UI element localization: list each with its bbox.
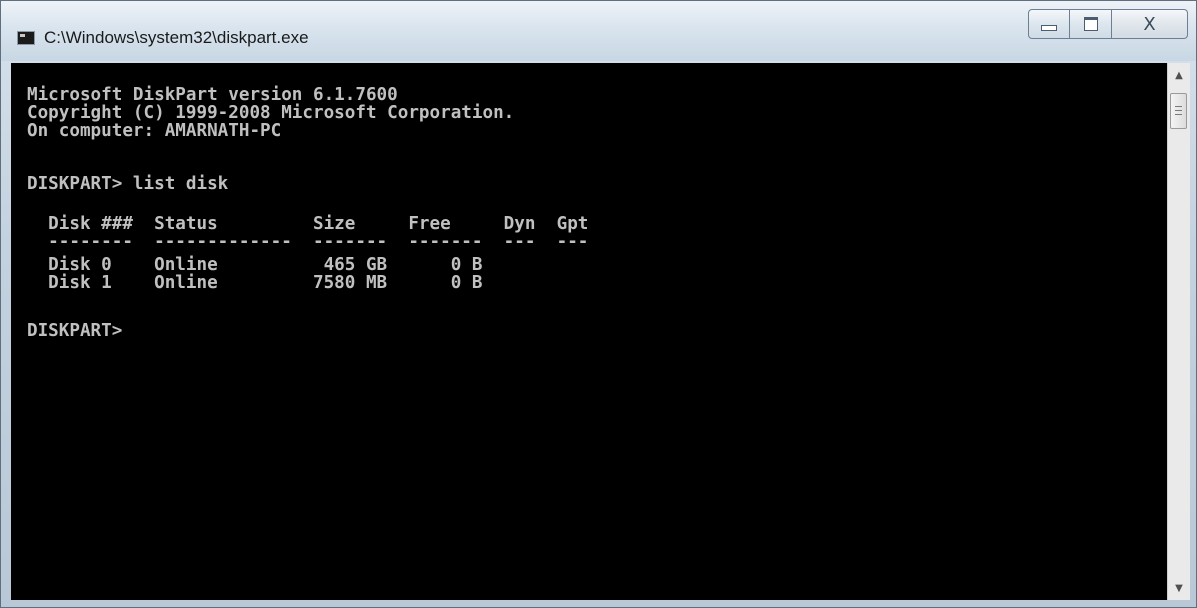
scroll-up-arrow-icon[interactable]: ▲ — [1168, 65, 1190, 85]
console-line: Microsoft DiskPart version 6.1.7600 — [27, 85, 398, 105]
grip-line — [1175, 106, 1182, 107]
scroll-down-arrow-icon[interactable]: ▼ — [1168, 578, 1190, 598]
console-line: On computer: AMARNATH-PC — [27, 121, 282, 141]
console-output[interactable]: Microsoft DiskPart version 6.1.7600 Copy… — [11, 63, 1167, 600]
console-line: Copyright (C) 1999-2008 Microsoft Corpor… — [27, 103, 515, 123]
close-icon: X — [1143, 13, 1156, 35]
grip-line — [1175, 114, 1182, 115]
title-bar[interactable]: C:\Windows\system32\diskpart.exe X — [1, 1, 1196, 61]
minimize-button[interactable] — [1028, 9, 1070, 39]
grip-line — [1175, 110, 1182, 111]
disk-table-separator: -------- ------------- ------- ------- -… — [27, 232, 589, 252]
maximize-icon — [1083, 17, 1098, 31]
vertical-scrollbar[interactable]: ▲ ▼ — [1167, 63, 1190, 600]
disk-table-row: Disk 0 Online 465 GB 0 B — [27, 255, 483, 275]
window-title: C:\Windows\system32\diskpart.exe — [44, 28, 309, 47]
scrollbar-thumb[interactable] — [1170, 93, 1187, 129]
disk-table-row: Disk 1 Online 7580 MB 0 B — [27, 273, 483, 293]
minimize-icon — [1041, 25, 1057, 31]
disk-table-header: Disk ### Status Size Free Dyn Gpt — [27, 214, 589, 234]
caption-buttons: X — [1028, 9, 1188, 41]
console-app-icon[interactable] — [17, 31, 35, 45]
console-command-line: DISKPART> list disk — [27, 174, 229, 194]
maximize-button[interactable] — [1070, 9, 1112, 39]
console-prompt: DISKPART> — [27, 321, 123, 341]
console-window: C:\Windows\system32\diskpart.exe X Micro… — [0, 0, 1197, 608]
close-button[interactable]: X — [1112, 9, 1188, 39]
